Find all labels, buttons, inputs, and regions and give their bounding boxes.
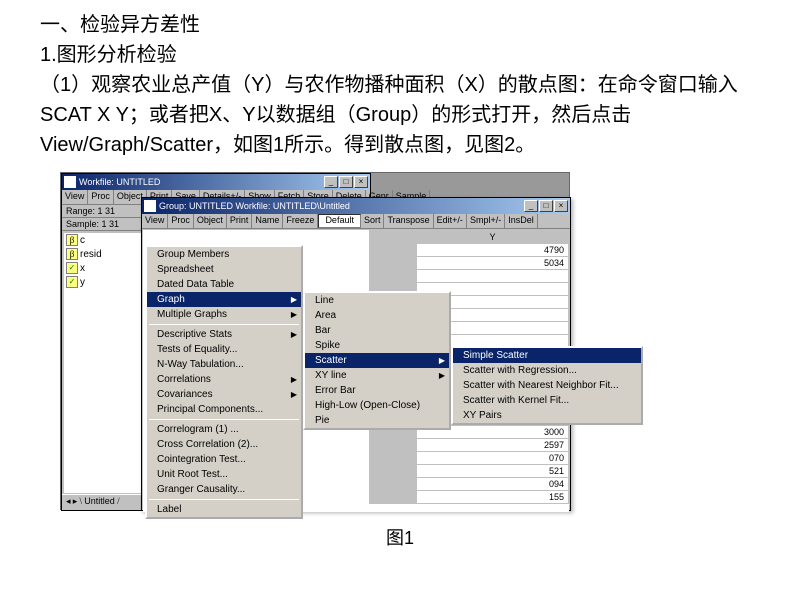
close-button[interactable]: ×: [354, 176, 368, 188]
toolbar-proc[interactable]: Proc: [88, 190, 114, 204]
workfile-titlebar[interactable]: Workfile: UNTITLED _ □ ×: [62, 174, 370, 190]
menu-item[interactable]: Cross Correlation (2)...: [147, 437, 301, 452]
workfile-title: Workfile: UNTITLED: [79, 177, 324, 187]
heading: 一、检验异方差性: [40, 10, 760, 40]
menu-item[interactable]: Tests of Equality...: [147, 342, 301, 357]
item-icon: β: [66, 248, 78, 260]
menu-item[interactable]: Unit Root Test...: [147, 467, 301, 482]
menu-item[interactable]: Scatter▶: [305, 353, 449, 368]
menu-item[interactable]: Principal Components...: [147, 402, 301, 417]
menu-item[interactable]: Dated Data Table: [147, 277, 301, 292]
toolbar-transpose[interactable]: Transpose: [384, 214, 433, 228]
view-menu[interactable]: Group MembersSpreadsheetDated Data Table…: [145, 245, 303, 519]
toolbar-edit[interactable]: Edit+/-: [434, 214, 467, 228]
menu-item[interactable]: Line: [305, 293, 449, 308]
menu-item[interactable]: Graph▶: [147, 292, 301, 307]
menu-item[interactable]: N-Way Tabulation...: [147, 357, 301, 372]
menu-item[interactable]: Simple Scatter: [453, 348, 641, 363]
submenu-arrow-icon: ▶: [291, 310, 297, 319]
paragraph: （1）观察农业总产值（Y）与农作物播种面积（X）的散点图：在命令窗口输入 SCA…: [40, 70, 760, 160]
menu-item[interactable]: XY Pairs: [453, 408, 641, 423]
menu-item[interactable]: Scatter with Regression...: [453, 363, 641, 378]
minimize-button[interactable]: _: [324, 176, 338, 188]
submenu-arrow-icon: ▶: [291, 295, 297, 304]
menu-item[interactable]: Scatter with Kernel Fit...: [453, 393, 641, 408]
menu-item[interactable]: Cointegration Test...: [147, 452, 301, 467]
subheading: 1.图形分析检验: [40, 40, 760, 70]
toolbar-smpl[interactable]: Smpl+/-: [467, 214, 505, 228]
document-text: 一、检验异方差性 1.图形分析检验 （1）观察农业总产值（Y）与农作物播种面积（…: [0, 0, 800, 168]
figure-caption: 图1: [0, 524, 800, 550]
group-toolbar: ViewProcObjectPrintNameFreezeDefaultSort…: [142, 214, 570, 229]
item-icon: ✓: [66, 276, 78, 288]
item-label: y: [80, 277, 85, 288]
group-body: Y4790503430002597070521094155 Group Memb…: [143, 230, 569, 512]
maximize-button[interactable]: □: [339, 176, 353, 188]
item-label: resid: [80, 249, 102, 260]
menu-item[interactable]: Pie: [305, 413, 449, 428]
scatter-submenu[interactable]: Simple ScatterScatter with Regression...…: [451, 346, 643, 425]
toolbar-proc[interactable]: Proc: [168, 214, 194, 228]
menu-item[interactable]: Label: [147, 502, 301, 517]
menu-item[interactable]: High-Low (Open-Close): [305, 398, 449, 413]
menu-item[interactable]: Spike: [305, 338, 449, 353]
toolbar-object[interactable]: Object: [194, 214, 227, 228]
toolbar-default[interactable]: Default: [318, 214, 361, 228]
menu-item[interactable]: Error Bar: [305, 383, 449, 398]
menu-item[interactable]: Group Members: [147, 247, 301, 262]
toolbar-view[interactable]: View: [62, 190, 88, 204]
minimize-button[interactable]: _: [524, 200, 538, 212]
toolbar-freeze[interactable]: Freeze: [283, 214, 318, 228]
menu-item[interactable]: Correlogram (1) ...: [147, 422, 301, 437]
toolbar-name[interactable]: Name: [252, 214, 283, 228]
item-label: x: [80, 263, 85, 274]
group-title: Group: UNTITLED Workfile: UNTITLED\Untit…: [159, 201, 524, 211]
group-titlebar[interactable]: Group: UNTITLED Workfile: UNTITLED\Untit…: [142, 198, 570, 214]
graph-submenu[interactable]: LineAreaBarSpikeScatter▶XY line▶Error Ba…: [303, 291, 451, 430]
menu-item[interactable]: Bar: [305, 323, 449, 338]
menu-item[interactable]: Area: [305, 308, 449, 323]
submenu-arrow-icon: ▶: [291, 330, 297, 339]
toolbar-insdel[interactable]: InsDel: [505, 214, 538, 228]
item-label: c: [80, 235, 85, 246]
app-icon: [144, 200, 156, 212]
submenu-arrow-icon: ▶: [439, 371, 445, 380]
menu-item[interactable]: Scatter with Nearest Neighbor Fit...: [453, 378, 641, 393]
toolbar-sort[interactable]: Sort: [361, 214, 385, 228]
close-button[interactable]: ×: [554, 200, 568, 212]
group-window: Group: UNTITLED Workfile: UNTITLED\Untit…: [141, 197, 571, 511]
menu-item[interactable]: Correlations▶: [147, 372, 301, 387]
screenshot: Workfile: UNTITLED _ □ × ViewProcObjectP…: [60, 172, 570, 510]
menu-item[interactable]: Spreadsheet: [147, 262, 301, 277]
menu-item[interactable]: Multiple Graphs▶: [147, 307, 301, 322]
toolbar-view[interactable]: View: [142, 214, 168, 228]
menu-item[interactable]: Granger Causality...: [147, 482, 301, 497]
menu-item[interactable]: XY line▶: [305, 368, 449, 383]
menu-item[interactable]: Descriptive Stats▶: [147, 327, 301, 342]
item-icon: β: [66, 234, 78, 246]
menu-item[interactable]: Covariances▶: [147, 387, 301, 402]
submenu-arrow-icon: ▶: [291, 390, 297, 399]
submenu-arrow-icon: ▶: [439, 356, 445, 365]
toolbar-print[interactable]: Print: [227, 214, 253, 228]
app-icon: [64, 176, 76, 188]
item-icon: ✓: [66, 262, 78, 274]
maximize-button[interactable]: □: [539, 200, 553, 212]
submenu-arrow-icon: ▶: [291, 375, 297, 384]
